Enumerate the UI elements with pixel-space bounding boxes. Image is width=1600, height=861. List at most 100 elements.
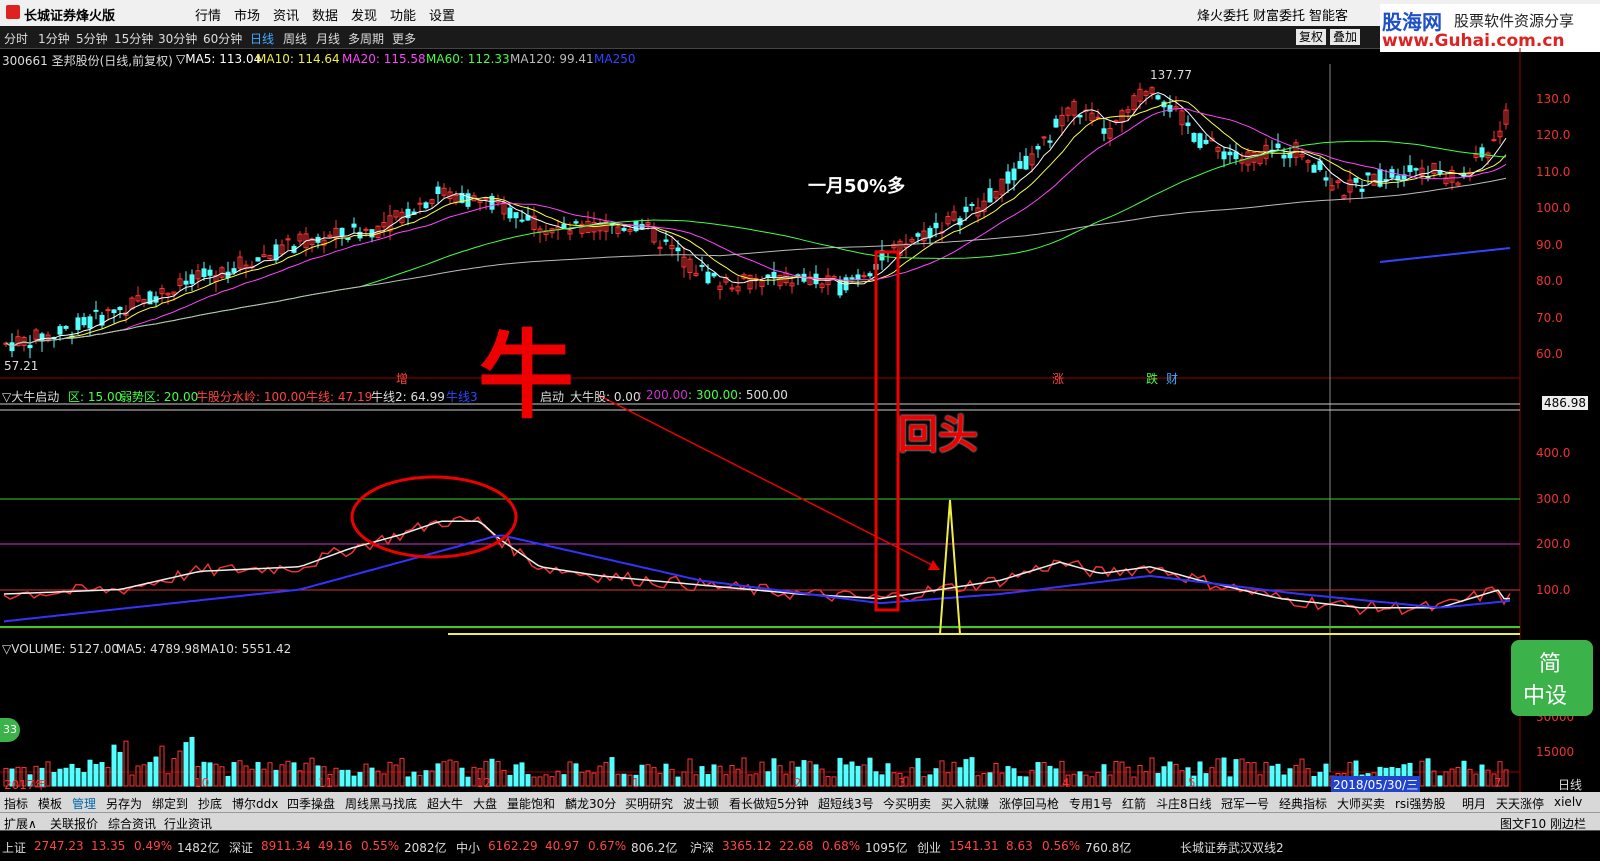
price-low-label: 57.21 [4,359,39,373]
ind-bigbull-label: 大牛股: 0.00 [570,390,641,404]
volume-bar [957,767,963,787]
volume-bar [147,762,153,787]
ind-500-label: : 500.00 [738,388,788,402]
volume-bar [1095,771,1101,787]
indicator-tab-1[interactable]: 模板 [38,795,62,812]
indicator-tab-21[interactable]: 红箭 [1122,795,1146,812]
price-tick-100: 100.0 [1536,201,1571,215]
indicator-tab-13[interactable]: 买明研究 [625,795,673,812]
volume-bar [165,773,171,787]
candle-body [933,222,939,229]
indicator-tab-9[interactable]: 超大牛 [427,795,463,812]
volume-bar [1299,758,1305,787]
indicator-tab-14[interactable]: 波士顿 [683,795,719,812]
status-0-3: 0.49% [134,839,173,853]
volume-bar [1197,761,1203,787]
volume-bar [75,768,81,787]
indicator-tab-25[interactable]: 大师买卖 [1337,795,1385,812]
moving-averages [5,92,1511,348]
indicator-tab-2[interactable]: 管理 [72,795,96,812]
volume-bar [1167,761,1173,787]
status-0-0[interactable]: 上证 [2,839,26,856]
indicator-tab-29[interactable]: xielv [1554,795,1582,809]
candle-body [1227,151,1233,156]
volume-bar [1107,774,1113,787]
volume-bar [723,774,729,787]
indicator-tab-28[interactable]: 天天涨停 [1496,795,1544,812]
indicator-tab-5[interactable]: 抄底 [198,795,222,812]
volume-bar [1005,766,1011,787]
indicator-tab-18[interactable]: 买入就赚 [941,795,989,812]
indicator-tab-15[interactable]: 看长做短5分钟 [729,795,809,812]
volume-bar [1269,765,1275,787]
candle-body [1479,147,1485,158]
indicator-tab-6[interactable]: 博尔ddx [232,795,278,812]
event-marker-cai[interactable]: 财 [1166,370,1178,387]
ma250-line [1379,247,1511,263]
volume-bar [579,771,585,787]
volume-bar [441,761,447,787]
volume-bar [1209,767,1215,787]
volume-bar [729,764,735,787]
status-1-0[interactable]: 深证 [229,839,253,856]
indicator-tab-19[interactable]: 涨停回马枪 [999,795,1059,812]
indicator-tab-27[interactable]: 明月 [1462,795,1486,812]
event-marker-zhang[interactable]: 涨 [1052,370,1064,387]
indicator-tab-bar: 指标 模板 管理 另存为 绑定到 抄底 博尔ddx 四季操盘 周线黑马找底 超大牛 大盘 量能饱和 麟龙… [0,792,1600,812]
volume-bar [519,762,525,787]
indicator-tab-20[interactable]: 专用1号 [1069,795,1113,812]
indicator-tab-0[interactable]: 指标 [4,795,28,812]
indicator-tab-8[interactable]: 周线黑马找底 [345,795,417,812]
volume-bar [909,767,915,787]
simple-mode-button[interactable]: 简 中设 [1511,640,1593,716]
indicator-tab-23[interactable]: 冠军一号 [1221,795,1269,812]
status-3-0[interactable]: 沪深 [690,839,714,856]
date-2017: 2017年 [4,778,47,792]
indicator-tab-24[interactable]: 经典指标 [1279,795,1327,812]
volume-bar [87,759,93,787]
volume-bar [141,764,147,787]
indicator-tab-10[interactable]: 大盘 [473,795,497,812]
indicator-tab-7[interactable]: 四季操盘 [287,795,335,812]
indicator-tab-4[interactable]: 绑定到 [152,795,188,812]
candle-body [1095,116,1101,119]
indicator-tab-12[interactable]: 麟龙30分 [565,795,616,812]
status-2-0[interactable]: 中小 [456,839,480,856]
ma250-label: MA250 [594,52,636,66]
volume-bar [135,765,141,787]
candle-body [1035,145,1041,150]
date-3: 3 [898,776,906,790]
status-1-1: 8911.34 [261,839,311,853]
indicator-tab-11[interactable]: 量能饱和 [507,795,555,812]
stock-name-label: 300661 圣邦股份(日线,前复权) [2,54,173,68]
indicator-tab-17[interactable]: 今买明卖 [883,795,931,812]
volume-bar [561,774,567,787]
volume-bar [1029,769,1035,787]
indicator-tab-26[interactable]: rsi强势股 [1395,795,1446,812]
ind-bull1-label: 牛线: 47.19 [306,390,373,404]
indicator-tab-16[interactable]: 超短线3号 [818,795,874,812]
candle-body [1155,95,1161,100]
volume-bar [987,772,993,787]
event-marker-zeng[interactable]: 增 [396,370,408,387]
indicator-tab-3[interactable]: 另存为 [106,795,142,812]
candle-body [63,325,69,329]
candle-body [765,274,771,278]
event-marker-die[interactable]: 跌 [1146,370,1158,387]
status-3-2: 22.68 [779,839,814,853]
candle-body [1203,139,1209,144]
candle-body [621,227,627,231]
volume-bar [225,776,231,787]
volume-bar [267,762,273,787]
cursor-date-label: 2018/05/30/三 [1331,776,1421,793]
volume-bar [891,772,897,787]
ind-300-label: : 300.00 [688,388,738,402]
candle-body [1287,152,1293,159]
price-tick-60: 60.0 [1536,347,1563,361]
volume-bar [1155,772,1161,787]
kline-chart[interactable] [0,0,1600,860]
date-2: 2 [794,776,802,790]
date-7: 7 [1494,776,1502,790]
indicator-tab-22[interactable]: 斗庄8日线 [1156,795,1212,812]
status-4-0[interactable]: 创业 [917,839,941,856]
